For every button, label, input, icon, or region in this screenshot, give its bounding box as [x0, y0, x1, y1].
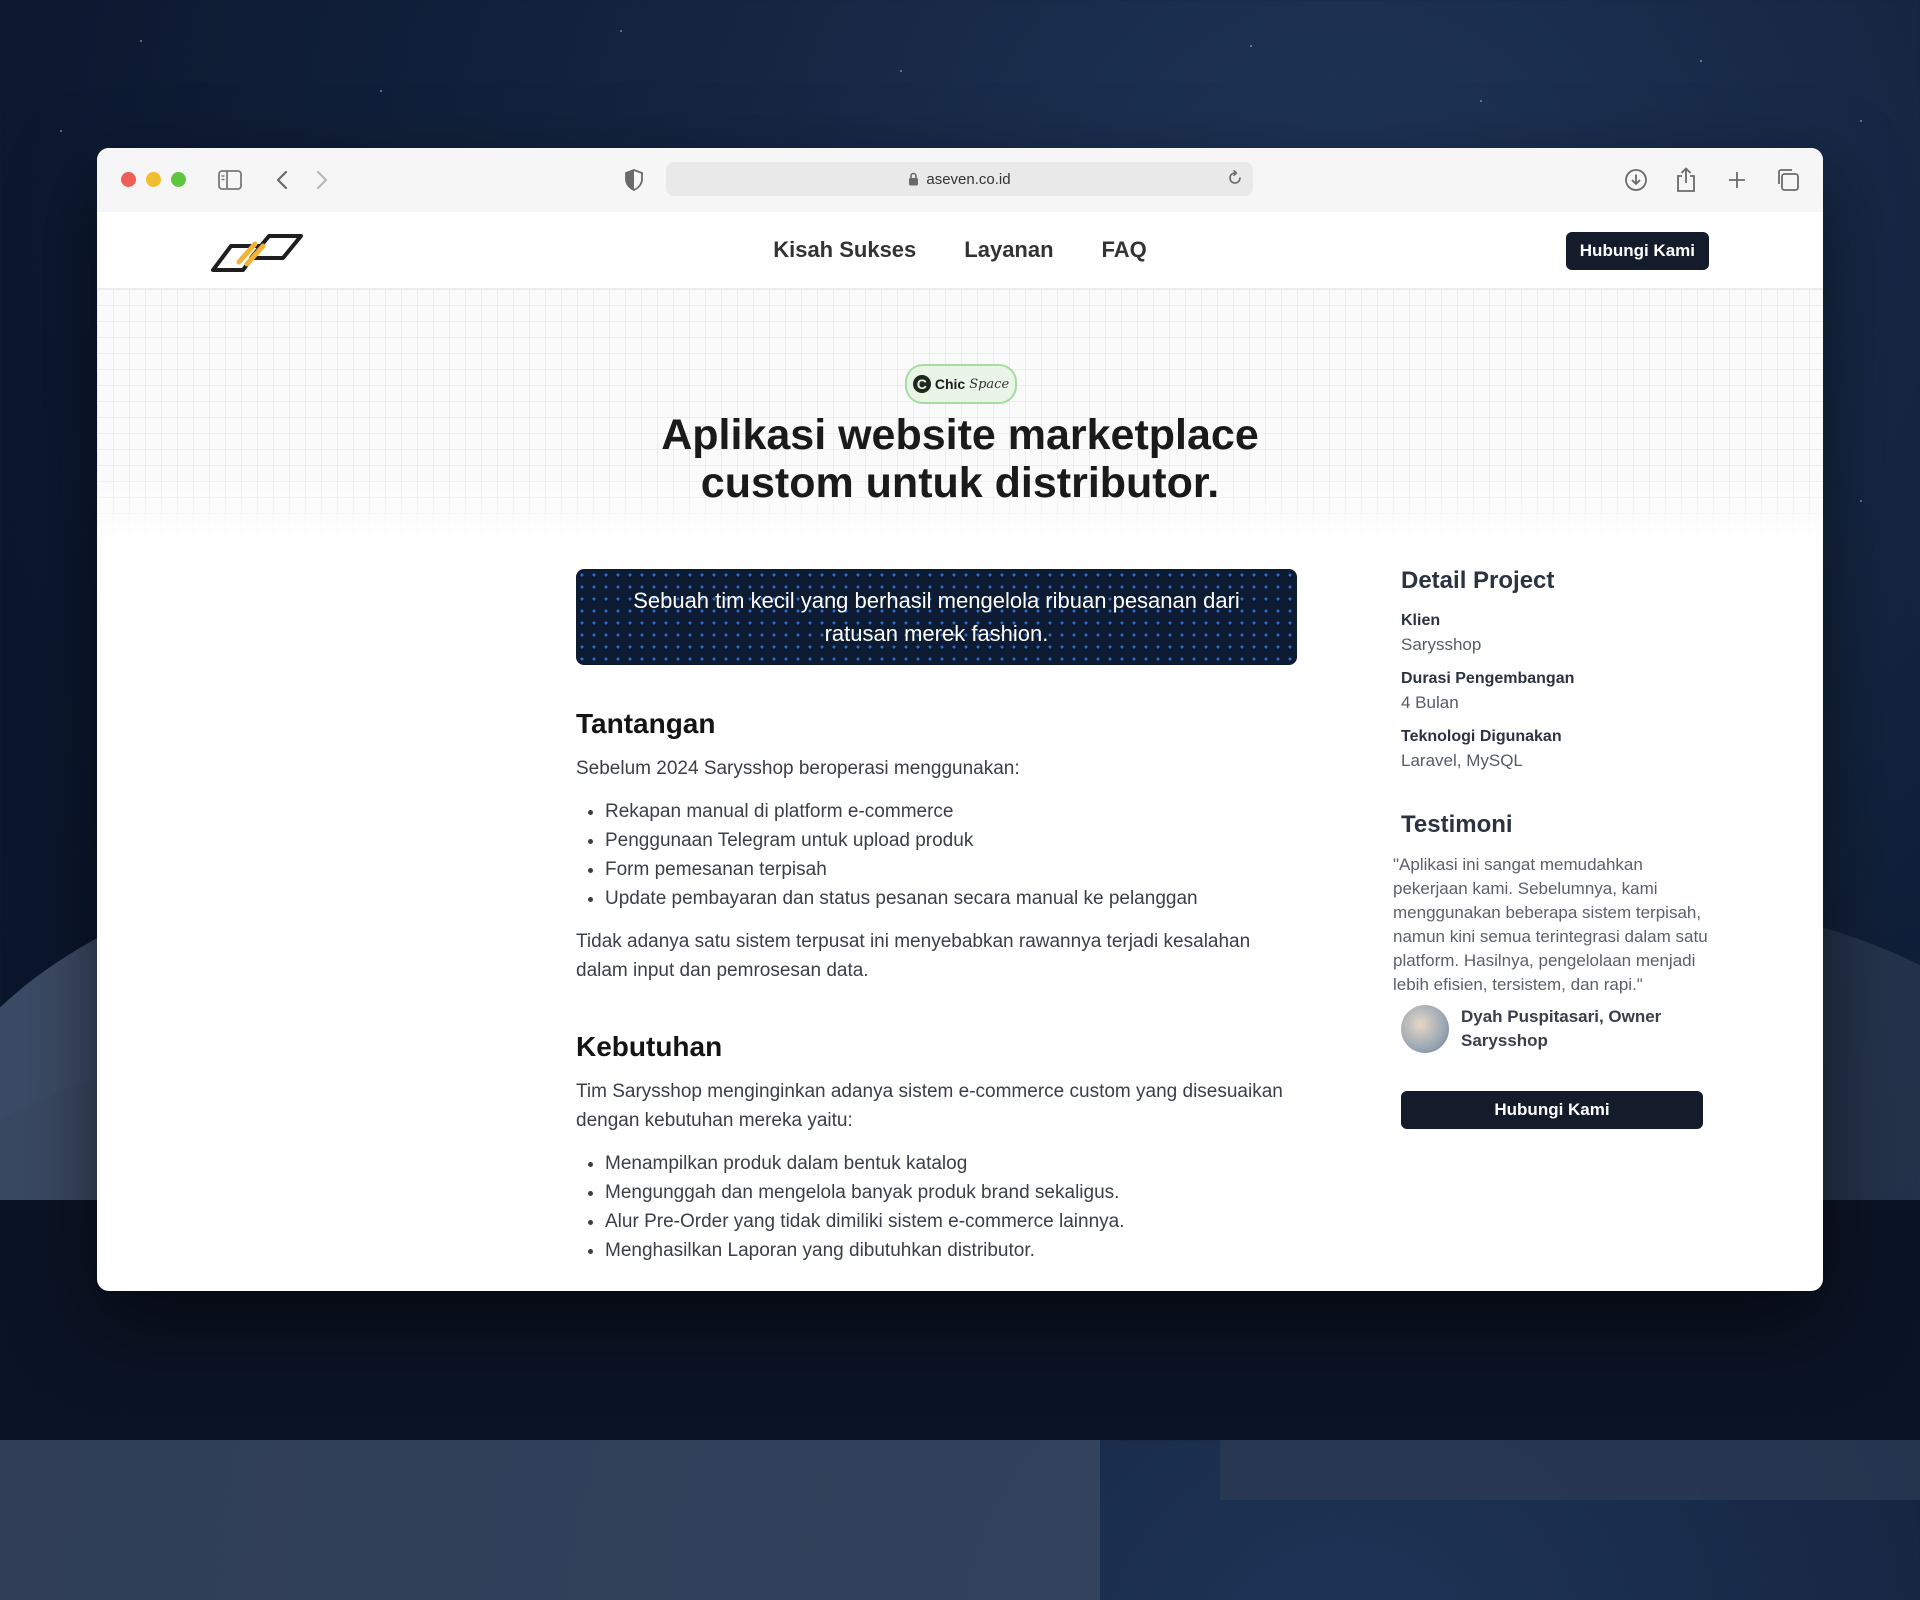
- heading-kebutuhan: Kebutuhan: [576, 1031, 723, 1062]
- tantangan-list: Rekapan manual di platform e-commerce Pe…: [576, 797, 1306, 913]
- section-kebutuhan: Kebutuhan Tim Sarysshop menginginkan ada…: [576, 1031, 1306, 1265]
- page-title-line1: Aplikasi website marketplace: [661, 411, 1259, 459]
- address-bar[interactable]: aseven.co.id: [666, 162, 1253, 196]
- chicspace-c-icon: C: [912, 375, 931, 393]
- download-icon[interactable]: [1623, 167, 1649, 193]
- hero-section: C Chic Space Aplikasi website marketplac…: [97, 289, 1823, 549]
- avatar: [1401, 1005, 1449, 1053]
- project-sidebar: Detail Project Klien Sarysshop Durasi Pe…: [1393, 567, 1711, 1129]
- nav-link-faq[interactable]: FAQ: [1102, 237, 1147, 263]
- list-item: Rekapan manual di platform e-commerce: [605, 797, 1306, 826]
- forward-icon[interactable]: [309, 167, 335, 193]
- list-item: Form pemesanan terpisah: [605, 855, 1306, 884]
- lock-icon: [908, 172, 919, 186]
- kebutuhan-list: Menampilkan produk dalam bentuk katalog …: [576, 1149, 1306, 1265]
- list-item: Menghasilkan Laporan yang dibutuhkan dis…: [605, 1236, 1306, 1265]
- header-contact-button[interactable]: Hubungi Kami: [1565, 232, 1709, 270]
- article-content: Tantangan Sebelum 2024 Sarysshop beroper…: [576, 708, 1306, 1279]
- detail-label: Klien: [1401, 612, 1441, 629]
- client-logo-badge: C Chic Space: [905, 364, 1017, 404]
- section-tantangan: Tantangan Sebelum 2024 Sarysshop beroper…: [576, 708, 1306, 985]
- page-title: Aplikasi website marketplace custom untu…: [97, 411, 1823, 507]
- tantangan-intro: Sebelum 2024 Sarysshop beroperasi menggu…: [576, 758, 1020, 779]
- site-header: Kisah Sukses Layanan FAQ Hubungi Kami: [97, 212, 1823, 289]
- detail-row-durasi: Durasi Pengembangan 4 Bulan: [1401, 667, 1711, 715]
- banner-text: Sebuah tim kecil yang berhasil mengelola…: [633, 588, 1240, 646]
- nav-link-kisah-sukses[interactable]: Kisah Sukses: [773, 237, 916, 263]
- testimonial-author: Dyah Puspitasari, Owner Sarysshop: [1401, 1005, 1711, 1053]
- main-nav: Kisah Sukses Layanan FAQ: [97, 212, 1823, 288]
- detail-label: Teknologi Digunakan: [1401, 728, 1562, 745]
- heading-testimoni: Testimoni: [1401, 811, 1513, 838]
- author-name: Dyah Puspitasari, Owner Sarysshop: [1461, 1007, 1662, 1050]
- detail-row-teknologi: Teknologi Digunakan Laravel, MySQL: [1401, 725, 1711, 773]
- tantangan-outro: Tidak adanya satu sistem terpusat ini me…: [576, 931, 1251, 981]
- browser-window: aseven.co.id Kisah Sukses Layanan FAQ Hu…: [97, 148, 1823, 1291]
- minimize-window-button[interactable]: [146, 172, 161, 187]
- testimonial-quote: "Aplikasi ini sangat memudahkan pekerjaa…: [1393, 855, 1708, 994]
- list-item: Menampilkan produk dalam bentuk katalog: [605, 1149, 1306, 1178]
- heading-detail-project: Detail Project: [1401, 567, 1555, 594]
- heading-tantangan: Tantangan: [576, 708, 716, 739]
- kebutuhan-intro: Tim Sarysshop menginginkan adanya sistem…: [576, 1081, 1283, 1131]
- sidebar-toggle-icon[interactable]: [217, 167, 243, 193]
- page-title-line2: custom untuk distributor.: [700, 459, 1220, 507]
- nav-link-layanan[interactable]: Layanan: [964, 237, 1053, 263]
- privacy-shield-icon[interactable]: [621, 167, 647, 193]
- summary-banner: Sebuah tim kecil yang berhasil mengelola…: [576, 569, 1297, 665]
- close-window-button[interactable]: [121, 172, 136, 187]
- sidebar-contact-button[interactable]: Hubungi Kami: [1401, 1091, 1703, 1129]
- browser-toolbar: aseven.co.id: [97, 148, 1823, 213]
- detail-value: Laravel, MySQL: [1401, 751, 1523, 770]
- reload-icon[interactable]: [1227, 170, 1243, 186]
- share-icon[interactable]: [1673, 167, 1699, 193]
- new-tab-icon[interactable]: [1724, 167, 1750, 193]
- back-icon[interactable]: [269, 167, 295, 193]
- list-item: Alur Pre-Order yang tidak dimiliki siste…: [605, 1207, 1306, 1236]
- badge-text-space: Space: [969, 376, 1010, 392]
- tab-overview-icon[interactable]: [1775, 167, 1801, 193]
- list-item: Penggunaan Telegram untuk upload produk: [605, 826, 1306, 855]
- list-item: Update pembayaran dan status pesanan sec…: [605, 884, 1306, 913]
- detail-label: Durasi Pengembangan: [1401, 670, 1575, 687]
- badge-text-chic: Chic: [934, 376, 966, 392]
- detail-value: Sarysshop: [1401, 635, 1482, 654]
- url-text: aseven.co.id: [926, 170, 1011, 188]
- list-item: Mengunggah dan mengelola banyak produk b…: [605, 1178, 1306, 1207]
- detail-row-klien: Klien Sarysshop: [1401, 609, 1711, 657]
- zoom-window-button[interactable]: [171, 172, 186, 187]
- detail-value: 4 Bulan: [1401, 693, 1459, 712]
